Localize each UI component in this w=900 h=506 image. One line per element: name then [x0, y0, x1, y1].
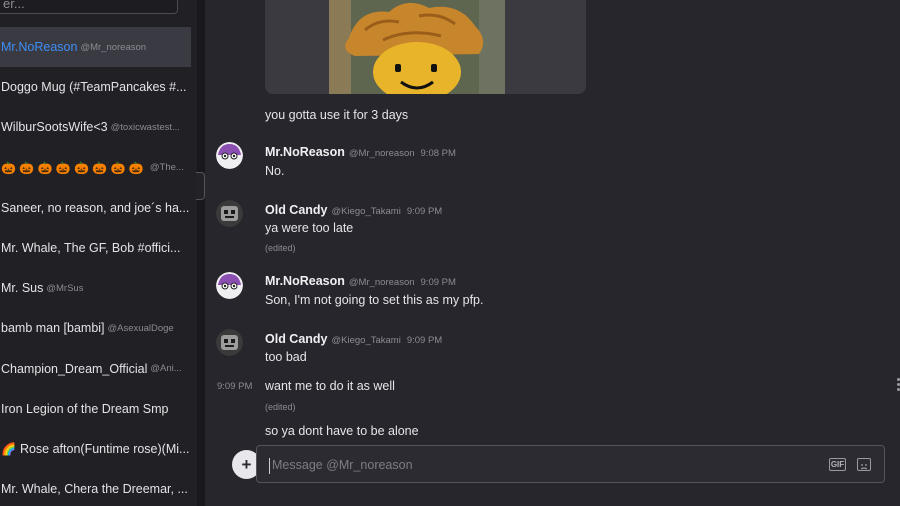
message-header: Mr.NoReason @Mr_noreason 9:08 PM: [265, 145, 456, 159]
dm-item-name: bamb man [bambi]: [1, 321, 105, 336]
dm-item-mr-noreason[interactable]: Mr.NoReason @Mr_noreason: [0, 27, 191, 68]
dm-item-mr-whale-gf[interactable]: Mr. Whale, The GF, Bob #offici...: [0, 228, 197, 268]
avatar[interactable]: [216, 272, 243, 299]
pumpkin-icons: 🎃 🎃 🎃 🎃 🎃 🎃 🎃 🎃: [1, 160, 144, 175]
dm-item-name: Mr. Whale, The GF, Bob #offici...: [1, 241, 181, 256]
message-header: Mr.NoReason @Mr_noreason 9:09 PM: [265, 274, 456, 288]
sidebar-collapse-handle[interactable]: [196, 172, 205, 200]
message-time: 9:09 PM: [406, 335, 443, 346]
message-text: so ya dont have to be alone: [265, 424, 419, 438]
avatar[interactable]: [216, 200, 243, 227]
dm-item-name: Rose afton(Funtime rose)(Mi...: [19, 441, 190, 456]
dm-item-rose-afton[interactable]: 🌈 Rose afton(Funtime rose)(Mi...: [0, 429, 197, 469]
dm-item-pumpkins[interactable]: 🎃 🎃 🎃 🎃 🎃 🎃 🎃 🎃 @The...: [0, 148, 197, 188]
dm-item-handle: @toxicwastest...: [110, 121, 180, 133]
dm-item-handle: @Ani...: [150, 363, 182, 375]
search-placeholder: er...: [3, 0, 25, 11]
image-attachment[interactable]: [265, 0, 586, 94]
message-time: 9:09 PM: [217, 381, 253, 392]
message-placeholder: Message @Mr_noreason: [269, 458, 413, 474]
chat-pane: you gotta use it for 3 days Mr.NoReason …: [205, 0, 900, 506]
edited-label: (edited): [265, 402, 296, 412]
message-text: Son, I'm not going to set this as my pfp…: [265, 293, 484, 307]
dm-item-name: Saneer, no reason, and joe´s ha...: [1, 200, 190, 215]
dm-item-handle: @The...: [149, 162, 184, 174]
roblox-avatar-image: [329, 0, 505, 94]
message-text: too bad: [265, 350, 307, 364]
message-header: Old Candy @Kiego_Takami 9:09 PM: [265, 332, 442, 346]
rainbow-icon: 🌈: [1, 441, 16, 456]
message-text: want me to do it as well: [265, 379, 395, 393]
dm-item-handle: @AsexualDoge: [107, 322, 174, 334]
author-handle: @Kiego_Takami: [331, 206, 401, 217]
edited-label: (edited): [265, 243, 296, 253]
dm-item-iron-legion[interactable]: Iron Legion of the Dream Smp: [0, 389, 197, 429]
dm-item-name: Mr.NoReason: [1, 40, 78, 55]
message-time: 9:09 PM: [420, 277, 456, 288]
author-handle: @Mr_noreason: [348, 148, 415, 159]
dm-item-doggo-mug[interactable]: Doggo Mug (#TeamPancakes #...: [0, 67, 197, 107]
message-input[interactable]: Message @Mr_noreason GIF: [256, 445, 885, 483]
dm-item-name: Mr. Whale, Chera the Dreemar, ...: [1, 482, 188, 497]
sidebar-divider: [197, 0, 205, 506]
message-time: 9:08 PM: [420, 148, 456, 159]
search-input[interactable]: er...: [0, 0, 178, 14]
dm-item-mr-sus[interactable]: Mr. Sus @MrSus: [0, 268, 197, 308]
message-header: Old Candy @Kiego_Takami 9:09 PM: [265, 203, 442, 217]
author-name[interactable]: Old Candy: [265, 203, 328, 217]
dm-item-handle: @Mr_noreason: [80, 41, 147, 53]
dm-item-name: Iron Legion of the Dream Smp: [1, 401, 169, 416]
dm-item-wilbursootswife[interactable]: WilburSootsWife<3 @toxicwastest...: [0, 107, 197, 147]
dm-item-name: Mr. Sus: [1, 281, 44, 296]
avatar[interactable]: [216, 329, 243, 356]
author-name[interactable]: Mr.NoReason: [265, 145, 345, 159]
dm-item-name: WilburSootsWife<3: [1, 120, 108, 135]
message-text: ya were too late: [265, 221, 354, 235]
author-name[interactable]: Old Candy: [265, 332, 328, 346]
dm-item-mr-whale-chera[interactable]: Mr. Whale, Chera the Dreemar, ...: [0, 469, 197, 506]
message-text: you gotta use it for 3 days: [265, 108, 409, 122]
dm-list: Mr.NoReason @Mr_noreason Doggo Mug (#Tea…: [0, 27, 197, 506]
dm-item-bamb-man[interactable]: bamb man [bambi] @AsexualDoge: [0, 308, 197, 348]
dm-item-handle: @MrSus: [46, 282, 84, 294]
message-time: 9:09 PM: [406, 206, 443, 217]
dm-sidebar: er... Mr.NoReason @Mr_noreason Doggo Mug…: [0, 0, 197, 506]
author-name[interactable]: Mr.NoReason: [265, 274, 345, 288]
emoji-icon[interactable]: [857, 458, 871, 471]
gif-button[interactable]: GIF: [829, 458, 846, 471]
author-handle: @Kiego_Takami: [331, 335, 401, 346]
avatar[interactable]: [216, 142, 243, 169]
dm-item-name: Champion_Dream_Official: [1, 361, 148, 376]
message-text: No.: [265, 164, 285, 178]
dm-item-name: Doggo Mug (#TeamPancakes #...: [1, 80, 187, 95]
dm-item-saneer[interactable]: Saneer, no reason, and joe´s ha...: [0, 188, 197, 228]
dm-item-champion-dream[interactable]: Champion_Dream_Official @Ani...: [0, 349, 197, 389]
author-handle: @Mr_noreason: [348, 277, 415, 288]
